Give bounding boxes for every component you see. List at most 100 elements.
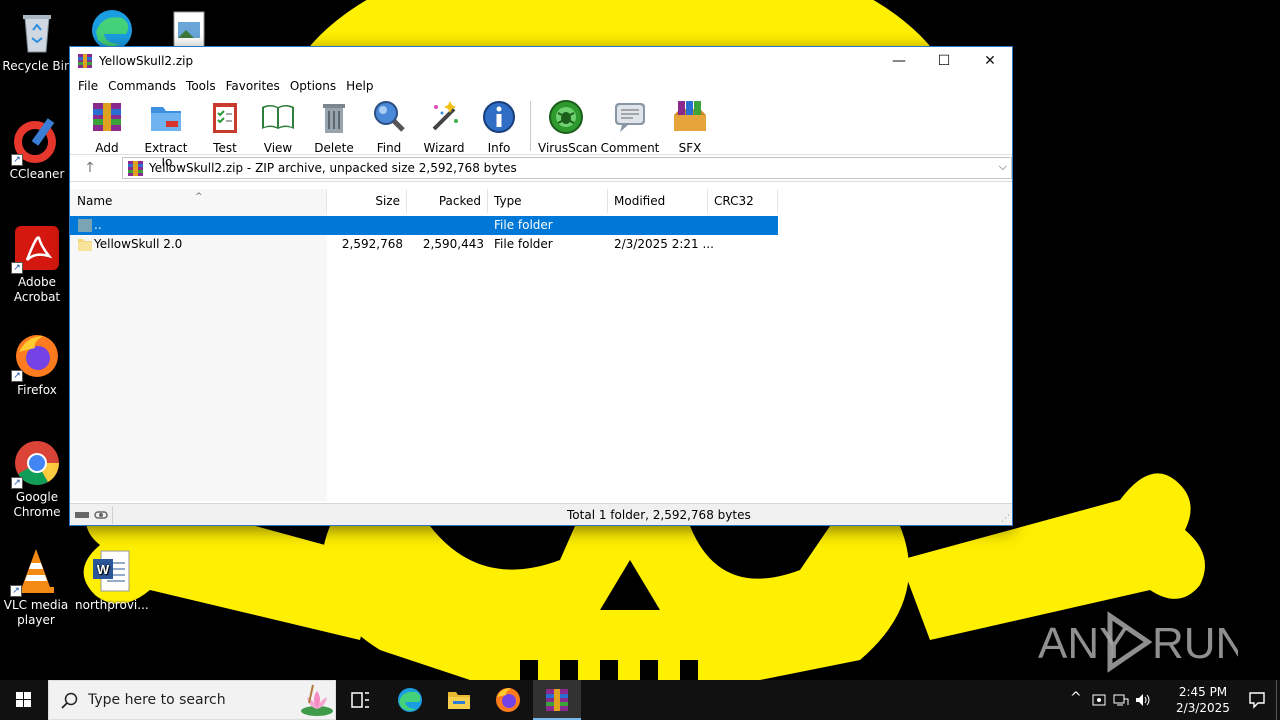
sfx-box-icon	[674, 101, 706, 131]
clock[interactable]: 2:45 PM 2/3/2025	[1168, 684, 1238, 716]
toolbar-add-button[interactable]: Add	[86, 99, 128, 155]
address-field[interactable]: YellowSkull2.zip - ZIP archive, unpacked…	[122, 157, 1012, 179]
shortcut-arrow-icon: ↗	[11, 262, 23, 274]
toolbar-label: Wizard	[423, 141, 465, 155]
toolbar-delete-button[interactable]: Delete	[312, 99, 356, 155]
up-arrow-icon[interactable]: ↑	[82, 160, 98, 176]
desktop-icon-label: CCleaner	[9, 167, 65, 181]
toolbar-extract-to-button[interactable]: Extract To	[138, 99, 194, 169]
firefox-icon: ↗	[11, 332, 61, 382]
toolbar-label: VirusScan	[538, 141, 598, 155]
address-bar: ↑ YellowSkull2.zip - ZIP archive, unpack…	[70, 155, 1012, 182]
toolbar-virusscan-button[interactable]: VirusScan	[538, 99, 598, 155]
toolbar-label: Add	[95, 141, 119, 155]
menu-options[interactable]: Options	[285, 79, 341, 93]
start-button[interactable]	[0, 680, 48, 720]
system-tray: ^ 2:45 PM 2/3/2025	[1065, 680, 1280, 720]
toolbar-label: Find	[376, 141, 402, 155]
taskbar-winrar[interactable]	[533, 680, 581, 720]
menu-bar: File Commands Tools Favorites Options He…	[70, 75, 1012, 97]
menu-tools[interactable]: Tools	[181, 79, 221, 93]
chevron-down-icon[interactable]: ⌵	[999, 160, 1007, 174]
chevron-up-icon[interactable]: ^	[1070, 690, 1082, 706]
desktop-icon-vlc[interactable]: ↗ VLC media player	[0, 547, 72, 628]
desktop-icon-ccleaner[interactable]: ↗ CCleaner	[1, 116, 73, 182]
volume-icon[interactable]	[1135, 692, 1153, 708]
close-button[interactable]: ✕	[967, 47, 1013, 75]
shortcut-arrow-icon: ↗	[11, 154, 23, 166]
toolbar-wizard-button[interactable]: Wizard	[422, 99, 466, 155]
edge-icon	[398, 688, 422, 712]
desktop-icon-firefox[interactable]: ↗ Firefox	[1, 332, 73, 398]
desktop-icon-adobe-acrobat[interactable]: ↗ Adobe Acrobat	[1, 224, 73, 305]
acrobat-icon: ↗	[11, 224, 61, 274]
column-packed[interactable]: Packed	[407, 189, 488, 213]
taskbar-edge[interactable]	[386, 680, 434, 720]
zip-archive-icon	[128, 161, 143, 176]
table-row[interactable]: .. File folder	[70, 216, 778, 235]
drive-lock-icon[interactable]	[75, 509, 109, 521]
row-size: 2,592,768	[341, 237, 403, 251]
menu-commands[interactable]: Commands	[103, 79, 181, 93]
recycle-bin-icon	[13, 8, 61, 56]
toolbar-sfx-button[interactable]: SFX	[668, 99, 712, 155]
menu-favorites[interactable]: Favorites	[221, 79, 285, 93]
desktop-icon-label: VLC media player	[3, 598, 69, 627]
menu-file[interactable]: File	[73, 79, 103, 93]
taskbar-search-box[interactable]: Type here to search	[48, 680, 336, 720]
toolbar-separator	[530, 101, 531, 151]
notifications-icon[interactable]	[1248, 691, 1266, 709]
column-header: Name ^ Size Packed Type Modified CRC32	[70, 189, 1012, 213]
meet-now-icon[interactable]	[1091, 692, 1107, 708]
status-text: Total 1 folder, 2,592,768 bytes	[567, 508, 751, 522]
watermark-right: RUN	[1152, 619, 1238, 668]
taskbar-file-explorer[interactable]	[435, 680, 483, 720]
toolbar-label: SFX	[678, 141, 702, 155]
column-size[interactable]: Size	[327, 189, 407, 213]
sort-ascending-icon: ^	[195, 192, 203, 202]
column-name[interactable]: Name ^	[70, 189, 327, 213]
chrome-icon: ↗	[11, 439, 61, 489]
word-document-icon: W	[87, 547, 135, 595]
shortcut-arrow-icon: ↗	[11, 477, 23, 489]
resize-grip-icon[interactable]: ⋰	[1001, 514, 1010, 524]
toolbar-view-button[interactable]: View	[256, 99, 300, 155]
title-bar[interactable]: YellowSkull2.zip — ☐ ✕	[70, 47, 1012, 75]
column-modified[interactable]: Modified	[608, 189, 708, 213]
windows-logo-icon	[16, 692, 31, 707]
minimize-button[interactable]: —	[876, 47, 922, 75]
task-view-button[interactable]	[336, 680, 384, 720]
ccleaner-icon: ↗	[11, 116, 61, 166]
toolbar-test-button[interactable]: Test	[204, 99, 246, 155]
extract-folder-icon	[151, 107, 181, 131]
toolbar-find-button[interactable]: Find	[368, 99, 410, 155]
desktop-icon-label: Adobe Acrobat	[13, 275, 61, 304]
table-row[interactable]: YellowSkull 2.0 2,592,768 2,590,443 File…	[70, 235, 778, 254]
view-book-icon	[262, 105, 294, 129]
toolbar-info-button[interactable]: Info	[478, 99, 520, 155]
menu-help[interactable]: Help	[341, 79, 378, 93]
column-name-label: Name	[77, 194, 113, 208]
column-type[interactable]: Type	[488, 189, 608, 213]
desktop-icon-label: northprovi...	[75, 598, 149, 612]
folder-icon	[78, 239, 92, 251]
desktop-icon-label: Recycle Bin	[2, 59, 72, 73]
desktop-icon-recycle-bin[interactable]: Recycle Bin	[1, 8, 73, 74]
desktop-icon-word-document[interactable]: W northprovi...	[75, 547, 149, 613]
toolbar-label: View	[263, 141, 293, 155]
desktop-icon-google-chrome[interactable]: ↗ Google Chrome	[1, 439, 73, 520]
row-name: YellowSkull 2.0	[94, 237, 183, 251]
row-type: File folder	[494, 237, 553, 251]
network-icon[interactable]	[1113, 692, 1129, 708]
shortcut-arrow-icon: ↗	[10, 585, 22, 597]
winrar-app-icon	[546, 689, 568, 711]
row-modified: 2/3/2025 2:21 ...	[614, 237, 714, 251]
column-crc32[interactable]: CRC32	[708, 189, 778, 213]
toolbar-comment-button[interactable]: Comment	[600, 99, 660, 155]
taskbar-firefox[interactable]	[484, 680, 532, 720]
toolbar-label: Comment	[600, 141, 660, 155]
window-title: YellowSkull2.zip	[99, 54, 194, 68]
show-desktop-button[interactable]	[1276, 680, 1280, 720]
maximize-button[interactable]: ☐	[921, 47, 967, 75]
toolbar-label: Test	[213, 141, 237, 155]
